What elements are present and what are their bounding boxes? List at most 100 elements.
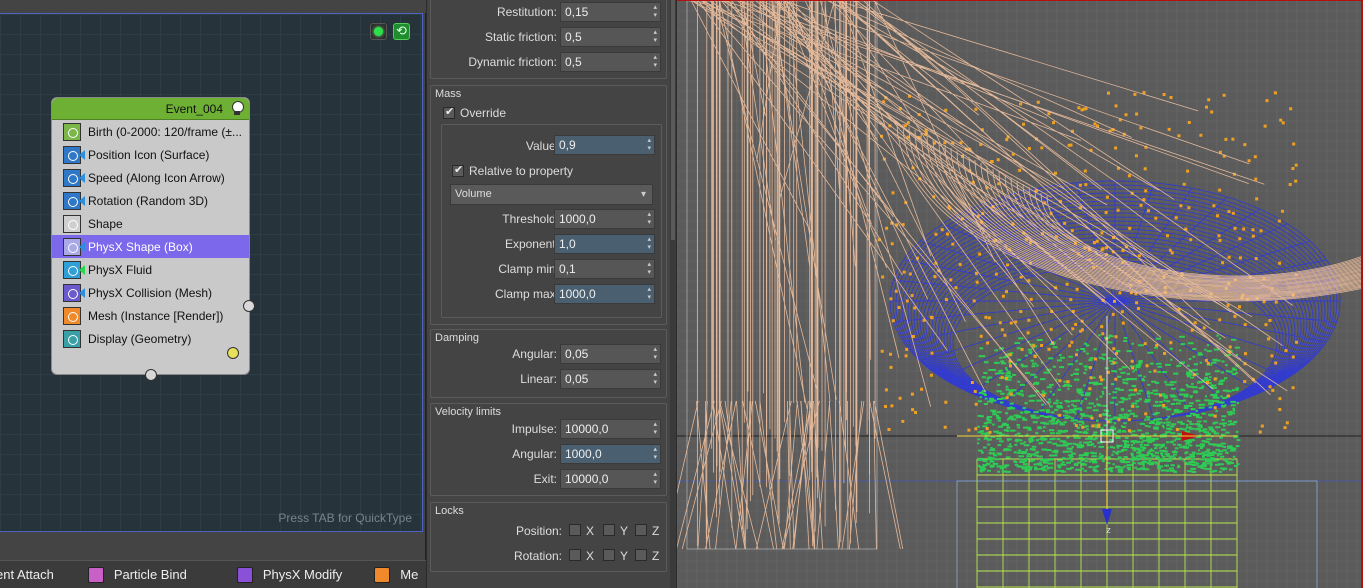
panel-scrollbar[interactable] [670,0,676,588]
operator-arrow-icon [79,196,85,206]
value-spinner[interactable]: 0,15 [560,2,661,22]
damping-title: Damping [435,332,480,344]
operator-row[interactable]: Display (Geometry) [52,327,249,350]
value-spinner[interactable]: 10000,0 [560,419,661,439]
value-spinner[interactable]: 0,5 [560,27,661,47]
modifier-panel: Restitution:0,15Static friction:0,5Dynam… [427,0,676,588]
depot-item-label: Me [400,567,419,582]
operator-row[interactable]: Rotation (Random 3D) [52,189,249,212]
lock-rotation-y-label: Y [620,549,629,563]
field-label: Threshold: [502,212,559,226]
field-label: Clamp min: [498,262,559,276]
locks-group: Locks Position: Rotation: X Y Z X Y Z [430,502,667,572]
operator-arrow-icon [79,150,85,160]
refresh-icon[interactable]: ⟲ [393,23,410,40]
damping-group: Damping Angular:0,05Linear:0,05 [430,329,667,398]
value-spinner[interactable]: 1000,0 [560,444,661,464]
mesh-icon [63,306,81,325]
operator-label: Display (Geometry) [88,331,192,346]
lock-position-x-checkbox[interactable] [569,524,581,536]
value-spinner[interactable]: 0,05 [560,369,661,389]
override-checkbox[interactable] [443,105,455,119]
collision-output-connector[interactable] [243,300,255,312]
operator-row[interactable]: Mesh (Instance [Render]) [52,304,249,327]
physx-modify-icon [236,566,253,583]
value-spinner[interactable]: 0,5 [560,52,661,72]
mesh-depot-icon [374,566,391,583]
z-axis-label: z [1106,526,1111,536]
field-label: Angular: [512,347,557,361]
lock-position-x-label: X [586,524,595,538]
field-label: Restitution: [496,5,557,19]
event-header[interactable]: Event_004 [52,98,249,120]
field-label: Angular: [512,447,557,461]
lock-rotation-z-checkbox[interactable] [635,549,647,561]
depot-item[interactable]: Particle Bind [87,566,187,583]
viewport-scene: z [677,1,1361,588]
value-spinner[interactable]: 1000,0 [554,284,655,304]
operator-depot: ent Attach Particle Bind PhysX Modify Me [0,560,426,588]
override-label: Override [460,106,507,120]
display-color-swatch[interactable] [227,347,239,359]
lock-rotation-y-checkbox[interactable] [603,549,615,561]
operator-label: Position Icon (Surface) [88,147,210,162]
operator-row[interactable]: Position Icon (Surface) [52,143,249,166]
mass-group: Mass Override Value: 0,9 Relative to pro… [430,85,667,325]
operator-label: Mesh (Instance [Render]) [88,308,224,323]
operator-row[interactable]: PhysX Fluid [52,258,249,281]
lock-position-y-label: Y [620,524,629,538]
depot-item-label: ent Attach [0,567,54,582]
quicktype-hint: Press TAB for QuickType [278,511,412,525]
relative-checkbox[interactable] [452,163,464,177]
lock-position-y-checkbox[interactable] [603,524,615,536]
operator-arrow-icon [79,173,85,183]
operator-row[interactable]: Birth (0-2000: 120/frame (±... [52,120,249,143]
field-label: Static friction: [484,30,557,44]
operator-label: Speed (Along Icon Arrow) [88,170,225,185]
event-node[interactable]: Event_004 Birth (0-2000: 120/frame (±...… [51,97,250,375]
value-spinner[interactable]: 0,05 [560,344,661,364]
active-toggle-button[interactable] [370,23,387,40]
event-input-connector[interactable] [145,369,157,381]
field-label: Exit: [533,472,557,486]
value-spinner[interactable]: 0,1 [554,259,655,279]
velocity-title: Velocity limits [435,406,502,418]
lock-rotation-z-label: Z [652,549,660,563]
mass-value-spinner[interactable]: 0,9 [554,135,655,155]
value-spinner[interactable]: 1000,0 [554,209,655,229]
velocity-limits-group: Velocity limits Impulse:10000,0Angular:1… [430,403,667,496]
shape-icon [63,214,81,233]
particle-view: ⟲ Event_004 Birth (0-2000: 120/frame (±.… [0,0,426,588]
lock-rotation-x-checkbox[interactable] [569,549,581,561]
depot-item[interactable]: Me [374,566,419,583]
value-spinner[interactable]: 1,0 [554,234,655,254]
property-dropdown[interactable]: Volume [450,184,653,205]
app-root: ⟲ Event_004 Birth (0-2000: 120/frame (±.… [0,0,1363,588]
birth-icon [63,122,81,141]
physics-material-group: Restitution:0,15Static friction:0,5Dynam… [430,0,667,79]
depot-item[interactable]: PhysX Modify [236,566,343,583]
particle-view-toolbar [0,0,426,13]
lock-position-z-checkbox[interactable] [635,524,647,536]
operator-label: Birth (0-2000: 120/frame (±... [88,124,242,139]
event-title: Event_004 [165,102,223,116]
operator-arrow-icon [79,288,85,298]
mass-override-box: Value: 0,9 Relative to property Volume T… [441,124,662,318]
lock-rotation-label: Rotation: [513,549,562,563]
3d-viewport[interactable]: z [677,0,1363,588]
lightbulb-icon[interactable] [231,101,244,116]
operator-row[interactable]: PhysX Shape (Box) [52,235,249,258]
value-spinner[interactable]: 10000,0 [560,469,661,489]
operator-row[interactable]: Shape [52,212,249,235]
particle-view-canvas[interactable]: ⟲ Event_004 Birth (0-2000: 120/frame (±.… [0,13,423,532]
locks-title: Locks [435,505,464,517]
operator-arrow-icon [79,265,85,275]
depot-item[interactable]: ent Attach [0,567,54,582]
operator-label: PhysX Collision (Mesh) [88,285,213,300]
operator-label: Shape [88,216,123,231]
operator-row[interactable]: Speed (Along Icon Arrow) [52,166,249,189]
relative-label: Relative to property [469,164,574,178]
depot-item-label: PhysX Modify [262,567,343,582]
particle-bind-icon [87,566,104,583]
operator-row[interactable]: PhysX Collision (Mesh) [52,281,249,304]
